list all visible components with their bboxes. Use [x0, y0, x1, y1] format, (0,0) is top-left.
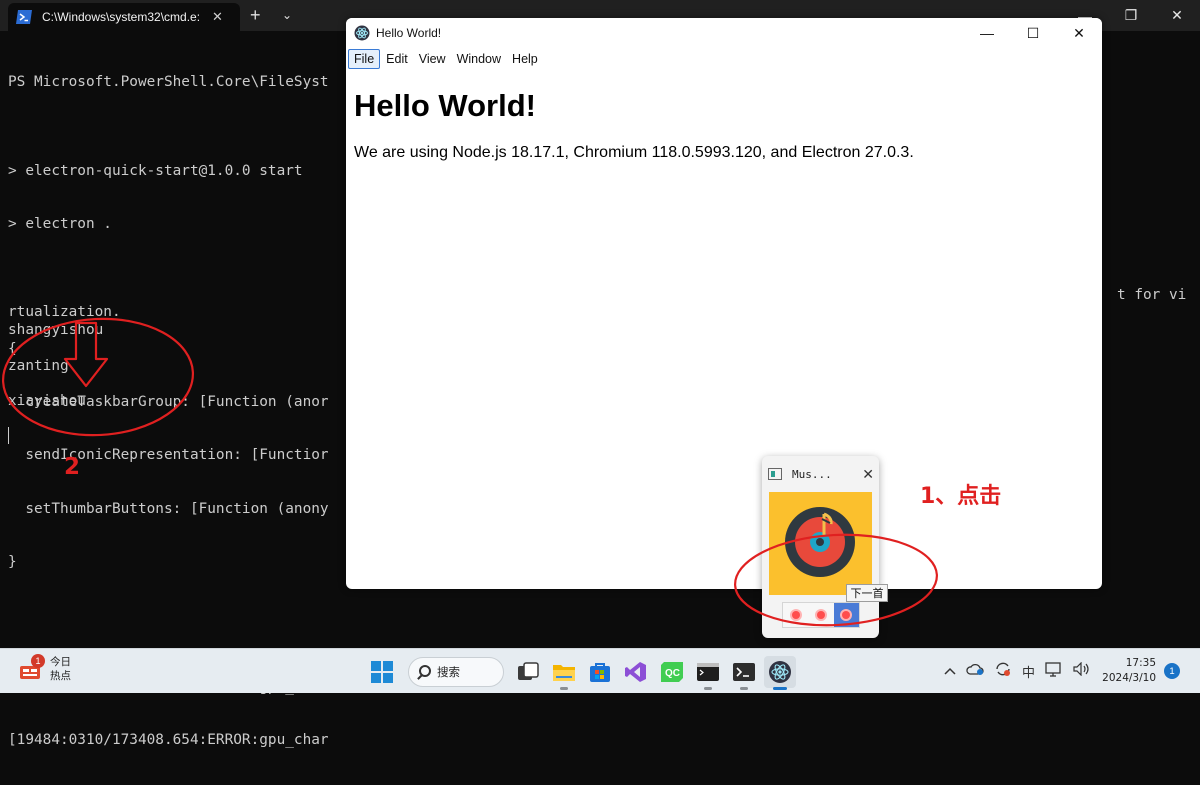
- annotation-step-2: 2: [64, 454, 81, 480]
- maximize-button[interactable]: ❐: [1108, 0, 1154, 31]
- cmd-button[interactable]: [692, 656, 724, 690]
- app-menu-bar: File Edit View Window Help: [346, 48, 1102, 70]
- windows-icon: [371, 661, 393, 683]
- widgets-button[interactable]: 1 今日 热点: [18, 654, 71, 683]
- taskbar-search[interactable]: 搜索: [408, 657, 504, 687]
- electron-icon: [769, 661, 791, 683]
- visual-studio-icon: [625, 662, 646, 682]
- start-button[interactable]: [366, 656, 398, 688]
- record-icon: [842, 611, 851, 619]
- svg-text:QC: QC: [665, 668, 680, 679]
- terminal-icon: [733, 663, 755, 681]
- maximize-button[interactable]: ☐: [1010, 18, 1056, 48]
- app-window-title: Hello World!: [376, 26, 442, 40]
- menu-help[interactable]: Help: [507, 50, 543, 68]
- menu-view[interactable]: View: [414, 50, 451, 68]
- notification-count-badge[interactable]: 1: [1164, 663, 1180, 679]
- terminal-line: zanting: [8, 358, 69, 374]
- system-tray: 中: [944, 659, 1101, 683]
- clock-date: 2024/3/10: [1102, 672, 1156, 684]
- new-tab-button[interactable]: +: [250, 5, 261, 26]
- network-icon[interactable]: [1045, 661, 1063, 681]
- microsoft-store-button[interactable]: [584, 656, 616, 688]
- widget-text: 今日 热点: [50, 655, 71, 683]
- app-window-controls: — ☐ ✕: [964, 18, 1102, 48]
- terminal-tab[interactable]: C:\Windows\system32\cmd.e: ✕: [8, 3, 240, 31]
- widget-line: 热点: [50, 670, 71, 682]
- minimize-button[interactable]: —: [964, 18, 1010, 48]
- close-icon[interactable]: ✕: [212, 9, 223, 25]
- visual-studio-button[interactable]: [620, 656, 652, 688]
- record-icon: [791, 611, 800, 619]
- pause-button[interactable]: [808, 603, 834, 627]
- widget-line: 今日: [50, 656, 71, 668]
- qt-icon: QC: [661, 662, 683, 682]
- taskbar: 1 今日 热点 搜索 QC 中 17:35 2024/3/10 1: [0, 648, 1200, 693]
- close-button[interactable]: ✕: [1056, 18, 1102, 48]
- file-explorer-button[interactable]: [548, 656, 580, 690]
- electron-app-button[interactable]: [764, 656, 796, 690]
- tooltip: 下一首: [846, 584, 888, 602]
- chevron-down-icon[interactable]: ⌄: [282, 8, 292, 22]
- folder-icon: [553, 665, 575, 681]
- windows-terminal-button[interactable]: [728, 656, 760, 690]
- taskbar-thumbnail-preview[interactable]: Mus... ✕: [762, 456, 879, 638]
- terminal-line: rtualization.: [8, 304, 121, 320]
- app-content: Hello World! We are using Node.js 18.17.…: [346, 70, 1102, 162]
- music-cover-image[interactable]: [769, 492, 872, 595]
- next-track-button[interactable]: [833, 603, 859, 627]
- terminal-line: shangyishou: [8, 322, 104, 338]
- thumbnail-header: Mus... ✕: [768, 466, 874, 482]
- system-clock[interactable]: 17:35 2024/3/10: [1100, 656, 1156, 686]
- terminal-line: [19484:0310/173408.654:ERROR:gpu_char: [8, 732, 329, 749]
- search-icon: [419, 665, 431, 677]
- record-icon: [816, 611, 825, 619]
- powershell-icon: [16, 9, 32, 25]
- cloud-icon[interactable]: [966, 662, 984, 680]
- terminal-icon: [697, 663, 719, 681]
- annotation-step-1: 1、点击: [920, 484, 1002, 509]
- electron-icon: [354, 25, 370, 41]
- task-view-button[interactable]: [512, 656, 544, 688]
- close-icon[interactable]: ✕: [862, 466, 874, 483]
- version-paragraph: We are using Node.js 18.17.1, Chromium 1…: [354, 144, 914, 161]
- terminal-line: xiayishou: [8, 393, 86, 409]
- taskbar-apps: 搜索 QC: [364, 654, 798, 690]
- text-cursor: [8, 427, 9, 444]
- thumbar-buttons: [782, 602, 860, 628]
- task-view-icon: [518, 662, 539, 680]
- terminal-line: t for vi: [1117, 287, 1187, 303]
- close-button[interactable]: ✕: [1154, 0, 1200, 31]
- search-label: 搜索: [437, 665, 460, 679]
- input-method-indicator[interactable]: 中: [1022, 662, 1035, 681]
- page-heading: Hello World!: [354, 88, 536, 123]
- chevron-up-icon[interactable]: [944, 664, 956, 679]
- thumbnail-title: Mus...: [792, 467, 832, 481]
- store-icon: [590, 663, 610, 682]
- sync-icon[interactable]: [994, 661, 1012, 681]
- previous-track-button[interactable]: [783, 603, 809, 627]
- app-title-bar[interactable]: Hello World! — ☐ ✕: [346, 18, 1102, 48]
- notification-badge: 1: [31, 654, 45, 668]
- menu-file[interactable]: File: [348, 49, 381, 69]
- app-icon: [768, 468, 782, 480]
- news-icon: 1: [18, 654, 45, 681]
- menu-edit[interactable]: Edit: [381, 50, 413, 68]
- volume-icon[interactable]: [1073, 661, 1091, 680]
- clock-time: 17:35: [1125, 657, 1156, 669]
- menu-window[interactable]: Window: [452, 50, 506, 68]
- terminal-tab-title: C:\Windows\system32\cmd.e:: [42, 10, 201, 24]
- qt-creator-button[interactable]: QC: [656, 656, 688, 688]
